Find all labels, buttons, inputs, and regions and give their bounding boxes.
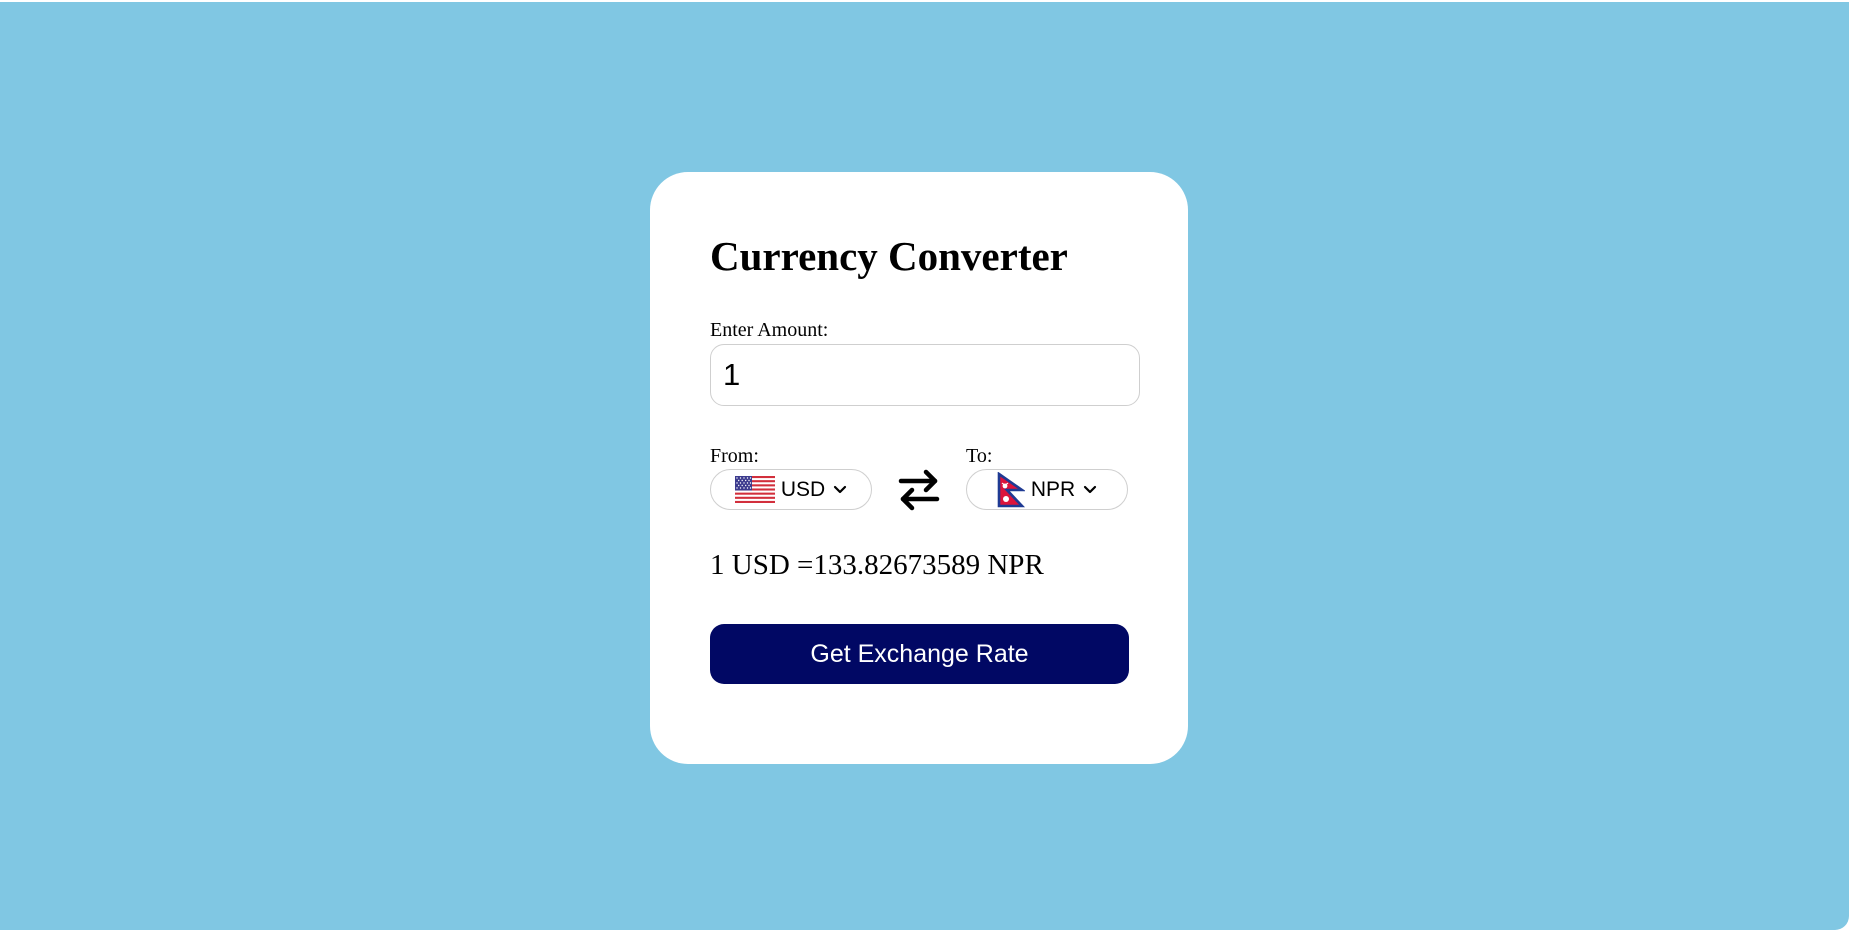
nepal-flag-icon — [997, 471, 1025, 508]
page-title: Currency Converter — [710, 233, 1068, 279]
us-flag-icon — [734, 476, 775, 503]
from-label: From: — [710, 445, 759, 467]
swap-arrows-icon[interactable] — [897, 466, 941, 514]
from-currency-select[interactable]: USD — [710, 469, 872, 510]
to-currency-select[interactable]: NPR — [966, 469, 1128, 510]
converter-card: Currency Converter Enter Amount: From: — [650, 172, 1188, 764]
to-label: To: — [966, 445, 993, 467]
chevron-down-icon — [1083, 485, 1097, 495]
get-exchange-rate-button[interactable]: Get Exchange Rate — [710, 624, 1129, 684]
page-background: Currency Converter Enter Amount: From: — [0, 2, 1849, 930]
exchange-result: 1 USD =133.82673589 NPR — [710, 549, 1044, 581]
to-currency-code: NPR — [1030, 477, 1076, 501]
amount-label: Enter Amount: — [710, 319, 829, 341]
amount-input[interactable] — [710, 344, 1140, 406]
from-currency-code: USD — [780, 477, 826, 501]
chevron-down-icon — [833, 485, 847, 495]
